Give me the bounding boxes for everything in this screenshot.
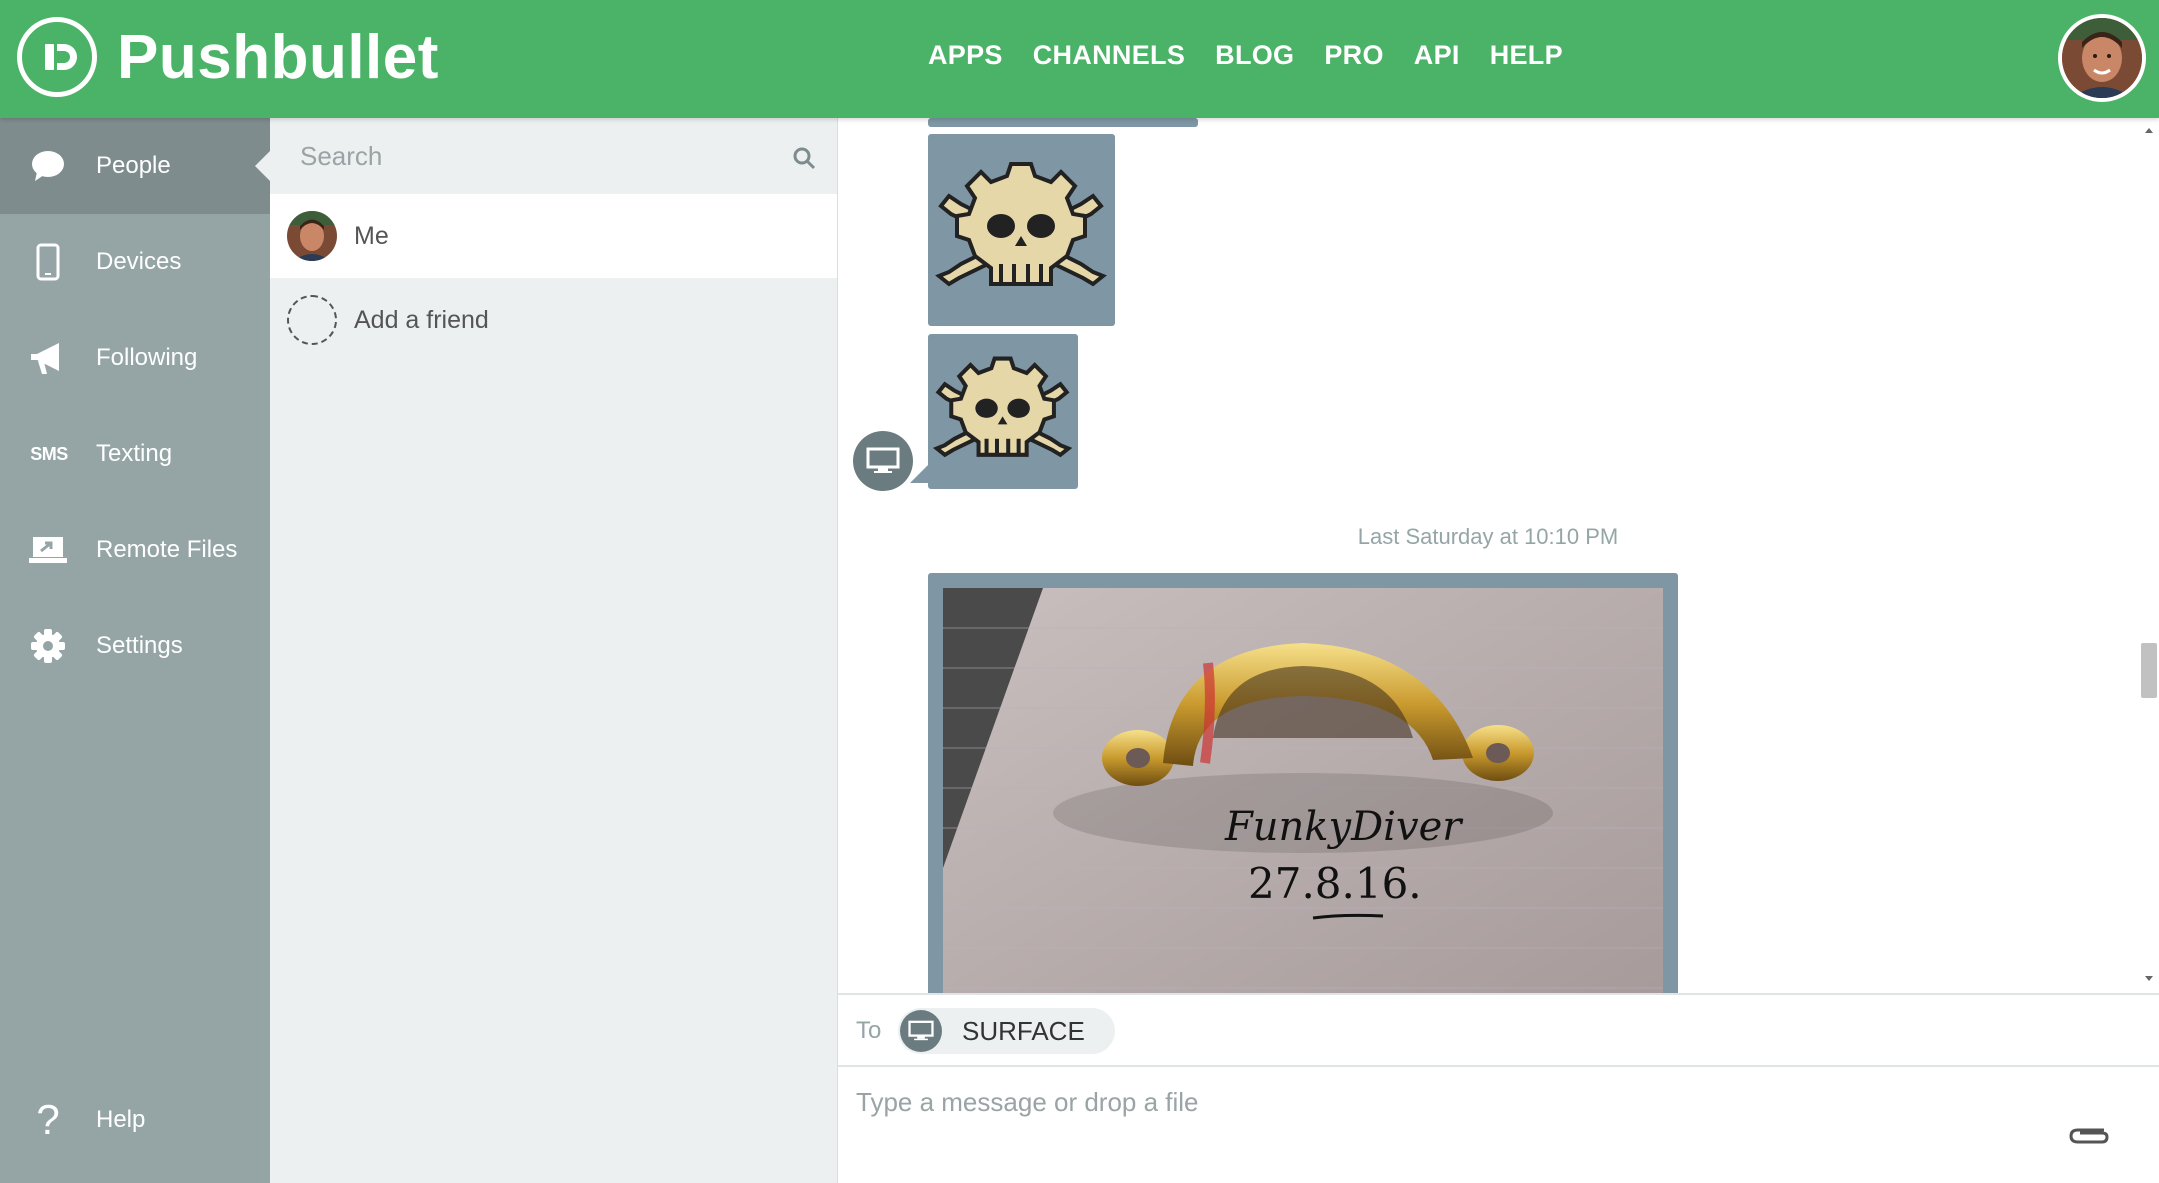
contact-item-me[interactable]: Me xyxy=(270,194,837,278)
target-device-name: SURFACE xyxy=(962,1015,1085,1046)
target-device-chip[interactable]: SURFACE xyxy=(898,1008,1115,1054)
contact-name: Me xyxy=(354,221,389,250)
sidebar-item-label: Texting xyxy=(96,440,173,467)
avatar xyxy=(287,211,337,261)
nav-help[interactable]: HELP xyxy=(1490,40,1563,71)
message-timestamp: Last Saturday at 10:10 PM xyxy=(1357,524,1619,549)
sidebar-item-label: Devices xyxy=(96,248,182,275)
brand-name: Pushbullet xyxy=(117,22,439,92)
search-bar xyxy=(270,118,837,194)
chat-panel: Last Saturday at 10:10 PM FunkyDiver 27.… xyxy=(837,118,2159,1183)
top-nav: APPS CHANNELS BLOG PRO API HELP xyxy=(928,40,1593,71)
contacts-panel: Me Add a friend xyxy=(270,118,837,1183)
sidebar-item-label: Settings xyxy=(96,632,183,659)
sender-device-avatar xyxy=(853,431,913,491)
compose-area xyxy=(838,1065,2159,1183)
sidebar-item-devices[interactable]: Devices xyxy=(0,214,270,310)
nav-blog[interactable]: BLOG xyxy=(1215,40,1294,71)
handwriting-line2: 27.8.16. xyxy=(1248,859,1422,908)
megaphone-icon xyxy=(28,338,68,378)
scroll-down-arrow-icon[interactable] xyxy=(2145,976,2153,981)
message-image-skull-large[interactable] xyxy=(928,134,1115,326)
add-friend-label: Add a friend xyxy=(354,305,489,334)
skull-crossbones-image xyxy=(932,356,1073,458)
laptop-icon xyxy=(28,530,68,570)
scroll-thumb[interactable] xyxy=(2141,643,2157,698)
pushbullet-logo[interactable]: Pushbullet xyxy=(17,17,439,97)
scroll-up-arrow-icon[interactable] xyxy=(2145,128,2153,133)
top-header: Pushbullet APPS CHANNELS BLOG PRO API HE… xyxy=(0,0,2159,118)
question-icon: ? xyxy=(36,1096,60,1143)
paperclip-icon[interactable] xyxy=(2068,1122,2110,1153)
sidebar-item-following[interactable]: Following xyxy=(0,310,270,406)
sidebar-item-label: Help xyxy=(96,1106,146,1133)
search-input[interactable] xyxy=(300,138,760,174)
message-thread: Last Saturday at 10:10 PM FunkyDiver 27.… xyxy=(838,118,2138,993)
monitor-icon xyxy=(866,447,900,473)
sidebar-item-label: Following xyxy=(96,344,198,371)
sidebar-item-texting[interactable]: SMS Texting xyxy=(0,406,270,502)
handwriting-line1: FunkyDiver xyxy=(1224,804,1464,850)
user-avatar[interactable] xyxy=(2058,14,2146,102)
search-icon[interactable] xyxy=(792,146,816,175)
sidebar-item-help[interactable]: ? Help xyxy=(0,1072,270,1168)
message-image-skull-small[interactable] xyxy=(928,334,1078,489)
sidebar-item-label: Remote Files xyxy=(96,536,238,563)
monitor-icon xyxy=(900,1010,942,1052)
nav-pro[interactable]: PRO xyxy=(1324,40,1383,71)
speech-bubble-icon xyxy=(28,146,68,186)
bubble-tail xyxy=(910,465,928,483)
add-friend-icon xyxy=(287,295,337,345)
gear-icon xyxy=(28,626,68,666)
brass-handle-photo: FunkyDiver 27.8.16. xyxy=(943,588,1663,993)
sidebar-item-settings[interactable]: Settings xyxy=(0,598,270,694)
message-image[interactable] xyxy=(928,118,1198,127)
sidebar-item-label: People xyxy=(96,152,171,179)
pushbullet-logo-icon xyxy=(17,17,97,97)
skull-crossbones-image xyxy=(935,162,1107,287)
to-label: To xyxy=(856,1017,882,1044)
phone-icon xyxy=(28,242,68,282)
thread-scrollbar[interactable] xyxy=(2138,118,2159,993)
message-input[interactable] xyxy=(856,1087,2036,1157)
sms-icon: SMS xyxy=(30,443,68,464)
nav-apps[interactable]: APPS xyxy=(928,40,1003,71)
recipient-row: To SURFACE xyxy=(838,993,2159,1065)
main-sidebar: People Devices Following SMS Texting Rem… xyxy=(0,118,270,1183)
nav-api[interactable]: API xyxy=(1414,40,1460,71)
sidebar-item-remote-files[interactable]: Remote Files xyxy=(0,502,270,598)
message-image-photo[interactable]: FunkyDiver 27.8.16. xyxy=(928,573,1678,993)
nav-channels[interactable]: CHANNELS xyxy=(1033,40,1185,71)
sidebar-item-people[interactable]: People xyxy=(0,118,270,214)
add-friend-button[interactable]: Add a friend xyxy=(270,278,837,362)
